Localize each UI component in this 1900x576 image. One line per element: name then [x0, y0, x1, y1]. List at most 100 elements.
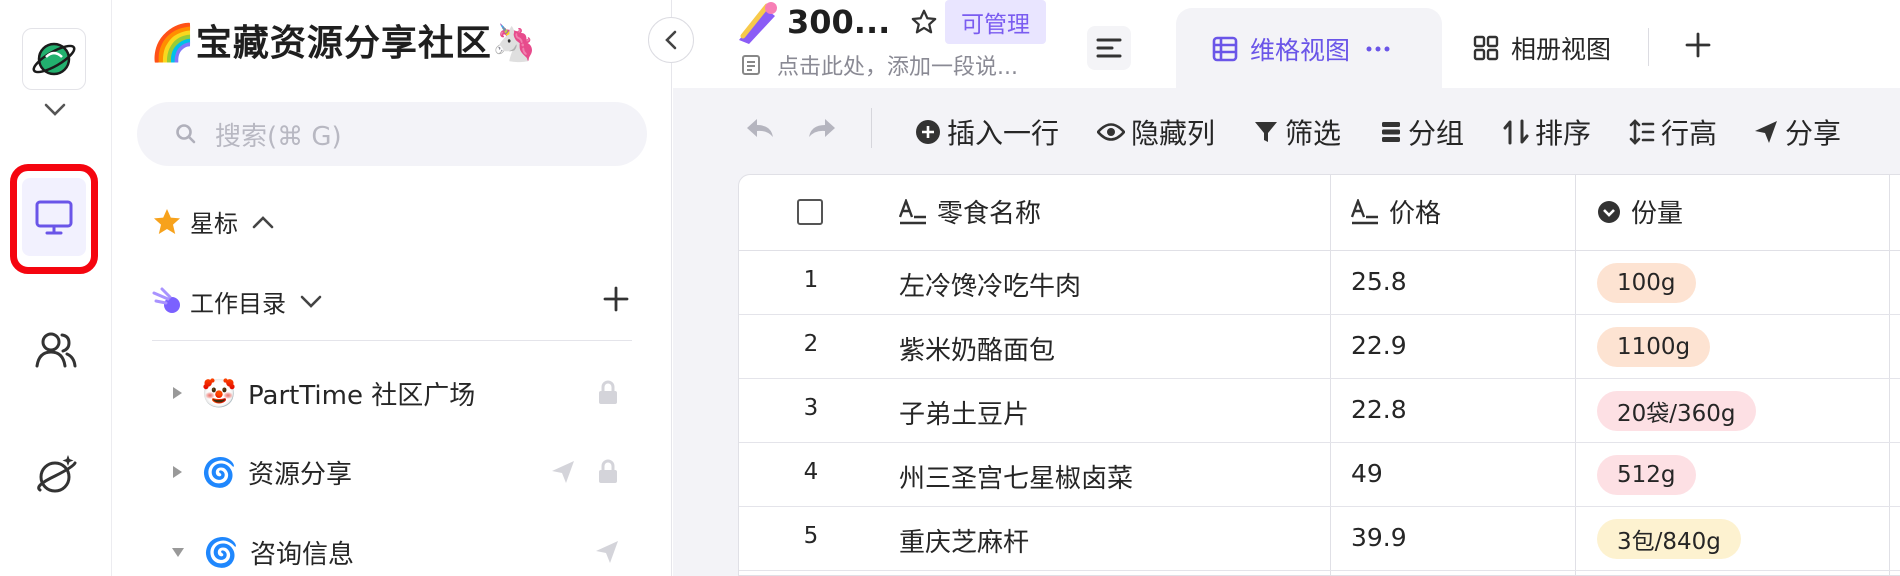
description-field[interactable]: 点击此处，添加一段说...: [741, 49, 1018, 81]
eye-icon: [1097, 123, 1125, 141]
table-row[interactable]: 5 重庆芝麻杆 39.9 3包/840g: [739, 507, 1900, 571]
group-label: 分组: [1408, 117, 1465, 150]
cell-name[interactable]: 紫米奶酪面包: [899, 330, 1055, 367]
view-list-toggle[interactable]: [1087, 26, 1131, 70]
add-view-button[interactable]: [1685, 32, 1711, 58]
sort-button[interactable]: 排序: [1503, 112, 1591, 152]
add-node-button[interactable]: [603, 286, 629, 312]
favorite-button[interactable]: [910, 8, 938, 36]
comet-icon: [152, 287, 180, 313]
grid-header: 零食名称 价格 份量: [739, 175, 1900, 251]
lock-icon: [599, 459, 617, 483]
table-row[interactable]: 1 左冷馋冷吃牛肉 25.8 100g: [739, 251, 1900, 315]
explore-nav-button[interactable]: [34, 452, 80, 498]
row-height-icon: [1629, 119, 1655, 145]
datasheet-emoji-icon[interactable]: [735, 0, 781, 44]
cell-price[interactable]: 39.9: [1351, 523, 1407, 552]
undo-icon: [747, 119, 773, 137]
filter-label: 筛选: [1285, 117, 1342, 150]
chevron-left-icon: [665, 30, 677, 50]
caret-down-icon[interactable]: [170, 545, 186, 559]
view-header: 300... 可管理 点击此处，添加一段说... 维格视图 相册视图: [673, 0, 1900, 90]
tree-item[interactable]: 🤡 PartTime 社区广场: [170, 369, 630, 417]
portion-tag[interactable]: 20袋/360g: [1597, 391, 1756, 431]
cell-name[interactable]: 子弟土豆片: [899, 394, 1029, 431]
row-number: 5: [803, 523, 819, 549]
share-button[interactable]: 分享: [1753, 112, 1841, 152]
grid-container: 零食名称 价格 份量 1 左冷馋冷吃牛肉 25.8 100g 2 紫米奶酪面包 …: [673, 174, 1900, 576]
cell-price[interactable]: 25.8: [1351, 267, 1407, 296]
portion-tag[interactable]: 1100g: [1597, 327, 1711, 367]
workspace-title[interactable]: 🌈宝藏资源分享社区🦄: [150, 14, 538, 66]
tab-label: 维格视图: [1250, 36, 1351, 65]
table-row[interactable]: 4 州三圣宫七星椒卤菜 49 512g: [739, 443, 1900, 507]
group-icon: [1382, 122, 1400, 142]
gallery-icon: [1473, 35, 1499, 61]
starred-section-toggle[interactable]: 星标: [152, 204, 274, 239]
datasheet-title[interactable]: 300...: [787, 3, 890, 41]
description-placeholder: 点击此处，添加一段说...: [777, 55, 1018, 80]
column-header[interactable]: 零食名称: [899, 193, 1041, 230]
clown-emoji-icon: 🤡: [201, 376, 237, 410]
table-row[interactable]: 3 子弟土豆片 22.8 20袋/360g: [739, 379, 1900, 443]
group-button[interactable]: 分组: [1380, 112, 1464, 152]
cell-price[interactable]: 22.9: [1351, 331, 1407, 360]
plus-icon: [1685, 32, 1711, 58]
members-nav-button[interactable]: [34, 328, 78, 372]
collapse-sidebar-button[interactable]: [648, 17, 694, 63]
redo-button[interactable]: [807, 117, 837, 141]
column-header[interactable]: 价格: [1351, 193, 1441, 230]
insert-row-label: 插入一行: [947, 117, 1060, 150]
sort-icon: [1503, 119, 1529, 145]
divider: [152, 340, 632, 341]
cell-name[interactable]: 重庆芝麻杆: [899, 522, 1029, 559]
select-all-checkbox[interactable]: [797, 199, 823, 225]
tab-label: 相册视图: [1511, 35, 1612, 64]
row-number: 3: [803, 395, 819, 421]
tree-item-label: PartTime 社区广场: [248, 380, 476, 411]
insert-row-button[interactable]: 插入一行: [915, 112, 1059, 152]
portion-tag[interactable]: 512g: [1597, 455, 1696, 495]
column-header[interactable]: 份量: [1597, 193, 1683, 230]
cell-price[interactable]: 22.8: [1351, 395, 1407, 424]
data-grid: 零食名称 价格 份量 1 左冷馋冷吃牛肉 25.8 100g 2 紫米奶酪面包 …: [738, 174, 1900, 576]
table-row[interactable]: 2 紫米奶酪面包 22.9 1100g: [739, 315, 1900, 379]
document-icon: [742, 55, 760, 75]
work-directory-label: 工作目录: [190, 290, 286, 318]
row-number: 4: [803, 459, 819, 485]
undo-button[interactable]: [745, 117, 775, 141]
space-switch-chevron-icon[interactable]: [44, 103, 66, 117]
workbench-nav-button[interactable]: [22, 178, 86, 256]
cell-name[interactable]: 左冷馋冷吃牛肉: [899, 266, 1081, 303]
sort-label: 排序: [1535, 117, 1592, 150]
single-select-icon: [1598, 200, 1620, 223]
tree-item[interactable]: 🌀 资源分享: [170, 448, 630, 496]
tab-grid-view[interactable]: 维格视图: [1176, 8, 1442, 90]
grid-view-icon: [1212, 36, 1238, 62]
search-input[interactable]: 搜索(⌘ G): [137, 102, 647, 166]
portion-tag[interactable]: 3包/840g: [1597, 519, 1741, 559]
star-outline-icon: [911, 9, 937, 34]
filter-button[interactable]: 筛选: [1253, 112, 1341, 152]
cell-name[interactable]: 州三圣宫七星椒卤菜: [899, 458, 1133, 495]
text-field-icon: [899, 198, 926, 224]
tab-gallery-view[interactable]: 相册视图: [1473, 30, 1611, 66]
divider: [871, 108, 872, 148]
share-label: 分享: [1785, 117, 1842, 150]
caret-right-icon[interactable]: [170, 385, 184, 401]
search-icon: [176, 124, 196, 144]
row-height-button[interactable]: 行高: [1629, 112, 1717, 152]
cell-price[interactable]: 49: [1351, 459, 1383, 488]
planet-logo-icon: [32, 42, 76, 76]
starred-label: 星标: [190, 210, 238, 238]
space-logo[interactable]: [22, 28, 86, 90]
share-send-icon: [552, 461, 574, 483]
tree-item[interactable]: 🌀 咨询信息: [170, 528, 630, 576]
more-icon[interactable]: [1366, 46, 1390, 52]
lock-icon: [599, 380, 617, 404]
work-directory-toggle[interactable]: 工作目录: [152, 284, 322, 319]
portion-tag[interactable]: 100g: [1597, 263, 1696, 303]
caret-right-icon[interactable]: [170, 464, 184, 480]
column-header-label: 零食名称: [937, 199, 1042, 229]
hide-columns-button[interactable]: 隐藏列: [1097, 112, 1215, 152]
